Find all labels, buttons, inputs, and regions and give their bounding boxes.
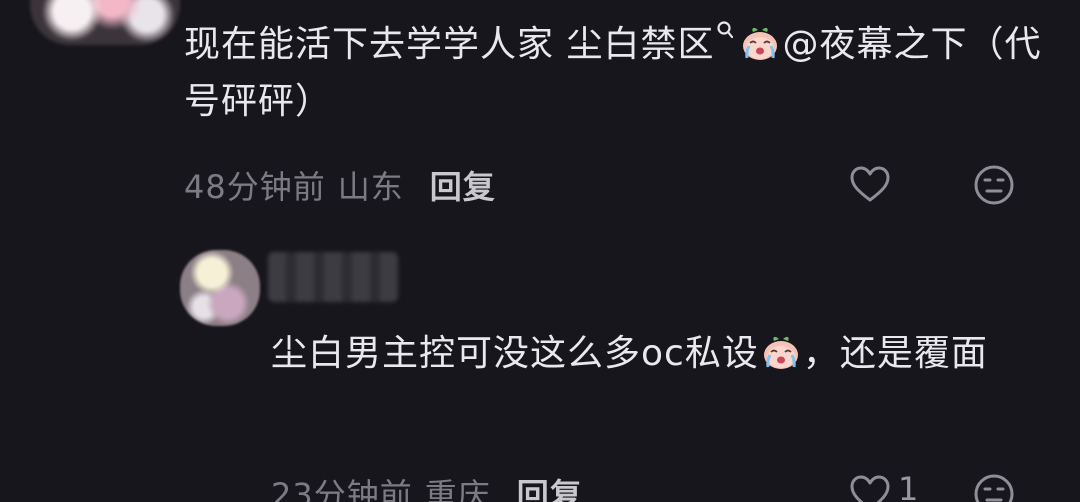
- search-icon[interactable]: [716, 20, 734, 42]
- comment-meta: 48分钟前 山东 回复: [184, 162, 496, 208]
- comment-body[interactable]: 尘白男主控可没这么多oc私设 ，还是覆面: [271, 325, 1051, 382]
- comment-text-part: ，还是覆面: [802, 333, 988, 374]
- comment-time: 48分钟前: [184, 168, 326, 206]
- neutral-face-icon[interactable]: [972, 163, 1016, 207]
- reply-button[interactable]: 回复: [517, 476, 583, 502]
- comment-body[interactable]: 现在能活下去学学人家 尘白禁区 @夜幕之下（代号砰砰）: [184, 16, 1054, 130]
- avatar[interactable]: [180, 250, 260, 326]
- comment-location: 重庆: [424, 476, 491, 502]
- crying-peach-emoji: [743, 27, 778, 60]
- username-blurred[interactable]: [268, 252, 398, 302]
- comment-time: 23分钟前: [271, 476, 413, 502]
- crying-peach-emoji: [763, 336, 798, 369]
- comment-location: 山东: [337, 168, 404, 206]
- heart-outline-icon[interactable]: [848, 472, 892, 502]
- heart-outline-icon[interactable]: [848, 163, 892, 207]
- neutral-face-icon[interactable]: [972, 472, 1016, 502]
- avatar[interactable]: [30, 0, 180, 45]
- like-count: 1: [898, 470, 919, 502]
- comment-text-part: 现在能活下去学学人家 尘白禁区: [184, 24, 715, 65]
- comment-meta: 23分钟前 重庆 回复: [271, 470, 583, 502]
- comment-text-part: 尘白男主控可没这么多oc私设: [271, 333, 759, 374]
- reply-button[interactable]: 回复: [430, 168, 496, 206]
- comment-thread: 现在能活下去学学人家 尘白禁区 @夜幕之下（代号砰砰） 48分钟前 山东 回复 尘白…: [0, 0, 1080, 502]
